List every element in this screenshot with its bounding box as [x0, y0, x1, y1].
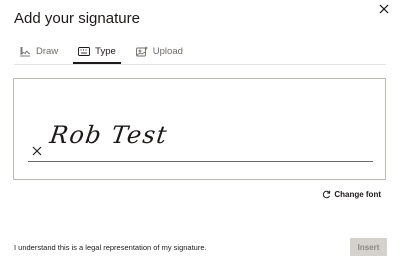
close-icon — [379, 4, 389, 14]
tab-upload-label: Upload — [152, 45, 183, 57]
tab-type-label: Type — [95, 45, 116, 57]
dialog-title: Add your signature — [14, 10, 140, 27]
signature-baseline — [28, 161, 373, 162]
tab-upload[interactable]: Upload — [131, 40, 188, 62]
signature-text: Rob Test — [48, 121, 170, 149]
draw-icon — [19, 46, 31, 57]
insert-button[interactable]: Insert — [350, 238, 387, 256]
clear-x-icon[interactable] — [32, 146, 42, 156]
change-font-button[interactable]: Change font — [322, 190, 381, 199]
tab-draw-label: Draw — [36, 45, 59, 57]
tab-type[interactable]: Type — [73, 40, 121, 64]
signature-canvas[interactable]: Rob Test — [13, 78, 386, 180]
legal-disclaimer: I understand this is a legal representat… — [14, 243, 207, 252]
close-button[interactable] — [376, 1, 392, 17]
change-font-label: Change font — [334, 190, 381, 199]
refresh-icon — [323, 190, 331, 199]
tab-draw[interactable]: Draw — [14, 40, 63, 62]
upload-image-icon — [135, 46, 148, 57]
signature-tabs: Draw Type Upload — [14, 40, 386, 65]
keyboard-icon — [78, 46, 91, 56]
